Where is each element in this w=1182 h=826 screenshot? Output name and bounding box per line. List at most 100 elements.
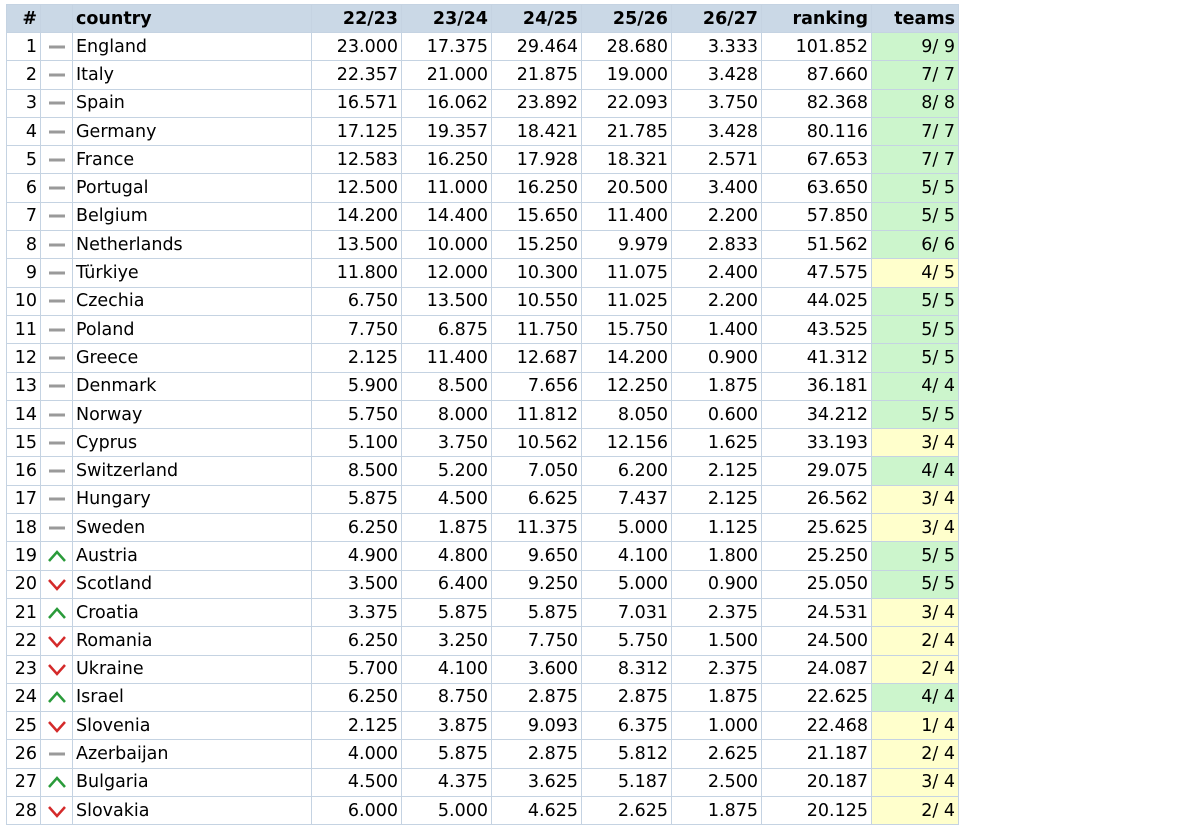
table-row[interactable]: 28 Slovakia 6.000 5.000 4.625 2.625 1.875 20.12…	[6, 796, 959, 826]
col-header-season-2425[interactable]: 24/25	[491, 4, 582, 33]
season-2526-cell: 12.250	[581, 371, 672, 401]
country-cell[interactable]: Czechia	[72, 286, 312, 316]
table-row[interactable]: 13 Denmark 5.900 8.500 7.656 12.250 1.875 36.18…	[6, 371, 959, 401]
country-cell[interactable]: Poland	[72, 314, 312, 345]
season-2425-cell: 29.464	[491, 31, 582, 62]
season-2526-cell: 12.156	[581, 428, 672, 458]
table-row[interactable]: 5 France 12.583 16.250 17.928 18.321 2.571 67.6…	[6, 145, 959, 175]
table-row[interactable]: 11 Poland 7.750 6.875 11.750 15.750 1.400 43.52…	[6, 314, 959, 345]
trend-unchanged-icon	[40, 173, 73, 203]
table-row[interactable]: 12 Greece 2.125 11.400 12.687 14.200 0.900 41.3…	[6, 343, 959, 373]
country-cell[interactable]: France	[72, 145, 312, 175]
season-2223-cell: 23.000	[311, 31, 402, 62]
col-header-country[interactable]: country	[72, 4, 312, 33]
table-row[interactable]: 27 Bulgaria 4.500 4.375 3.625 5.187 2.500 20.18…	[6, 767, 959, 798]
col-header-ranking[interactable]: ranking	[761, 4, 872, 33]
teams-cell: 2/ 4	[871, 739, 959, 769]
table-row[interactable]: 25 Slovenia 2.125 3.875 9.093 6.375 1.000 22.46…	[6, 711, 959, 741]
col-header-season-2526[interactable]: 25/26	[581, 4, 672, 33]
table-row[interactable]: 20 Scotland 3.500 6.400 9.250 5.000 0.900 25.05…	[6, 569, 959, 599]
season-2324-cell: 8.000	[401, 399, 492, 430]
season-2425-cell: 4.625	[491, 796, 582, 826]
rank-cell: 4	[6, 116, 41, 147]
country-cell[interactable]: Ukraine	[72, 654, 312, 684]
ranking-cell: 20.187	[761, 767, 872, 798]
teams-cell: 4/ 4	[871, 456, 959, 486]
table-row[interactable]: 19 Austria 4.900 4.800 9.650 4.100 1.800 25.250…	[6, 541, 959, 571]
table-row[interactable]: 26 Azerbaijan 4.000 5.875 2.875 5.812 2.625 21.…	[6, 739, 959, 769]
col-header-season-2627[interactable]: 26/27	[671, 4, 762, 33]
season-2627-cell: 2.625	[671, 739, 762, 769]
table-row[interactable]: 7 Belgium 14.200 14.400 15.650 11.400 2.200 57.…	[6, 201, 959, 232]
country-cell[interactable]: Israel	[72, 682, 312, 713]
season-2425-cell: 5.875	[491, 597, 582, 628]
table-row[interactable]: 8 Netherlands 13.500 10.000 15.250 9.979 2.833…	[6, 230, 959, 260]
table-row[interactable]: 4 Germany 17.125 19.357 18.421 21.785 3.428 80.…	[6, 116, 959, 147]
country-cell[interactable]: Switzerland	[72, 456, 312, 486]
country-cell[interactable]: Belgium	[72, 201, 312, 232]
season-2526-cell: 21.785	[581, 116, 672, 147]
table-row[interactable]: 18 Sweden 6.250 1.875 11.375 5.000 1.125 25.625…	[6, 513, 959, 543]
ranking-cell: 67.653	[761, 145, 872, 175]
trend-down-icon	[40, 711, 73, 741]
country-cell[interactable]: Slovakia	[72, 796, 312, 826]
country-cell[interactable]: Türkiye	[72, 258, 312, 288]
country-cell[interactable]: England	[72, 31, 312, 62]
country-cell[interactable]: Denmark	[72, 371, 312, 401]
country-cell[interactable]: Sweden	[72, 513, 312, 543]
ranking-cell: 36.181	[761, 371, 872, 401]
season-2324-cell: 5.200	[401, 456, 492, 486]
table-row[interactable]: 22 Romania 6.250 3.250 7.750 5.750 1.500 24.500…	[6, 626, 959, 656]
country-cell[interactable]: Netherlands	[72, 230, 312, 260]
rank-cell: 28	[6, 796, 41, 826]
table-row[interactable]: 6 Portugal 12.500 11.000 16.250 20.500 3.400 63…	[6, 173, 959, 203]
season-2526-cell: 18.321	[581, 145, 672, 175]
table-row[interactable]: 2 Italy 22.357 21.000 21.875 19.000 3.428 87.66…	[6, 60, 959, 90]
col-header-season-2324[interactable]: 23/24	[401, 4, 492, 33]
country-cell[interactable]: Azerbaijan	[72, 739, 312, 769]
teams-cell: 5/ 5	[871, 201, 959, 232]
table-row[interactable]: 21 Croatia 3.375 5.875 5.875 7.031 2.375 24.531…	[6, 597, 959, 628]
country-cell[interactable]: Norway	[72, 399, 312, 430]
country-cell[interactable]: Spain	[72, 88, 312, 118]
country-cell[interactable]: Portugal	[72, 173, 312, 203]
country-cell[interactable]: Cyprus	[72, 428, 312, 458]
table-row[interactable]: 3 Spain 16.571 16.062 23.892 22.093 3.750 82.36…	[6, 88, 959, 118]
rank-cell: 9	[6, 258, 41, 288]
season-2223-cell: 5.875	[311, 484, 402, 515]
teams-cell: 2/ 4	[871, 626, 959, 656]
table-row[interactable]: 14 Norway 5.750 8.000 11.812 8.050 0.600 34.212…	[6, 399, 959, 430]
country-cell[interactable]: Scotland	[72, 569, 312, 599]
table-row[interactable]: 15 Cyprus 5.100 3.750 10.562 12.156 1.625 33.19…	[6, 428, 959, 458]
season-2324-cell: 14.400	[401, 201, 492, 232]
country-cell[interactable]: Romania	[72, 626, 312, 656]
table-row[interactable]: 9 Türkiye 11.800 12.000 10.300 11.075 2.400 47.…	[6, 258, 959, 288]
col-header-rank[interactable]: #	[6, 4, 41, 33]
col-header-teams[interactable]: teams	[871, 4, 959, 33]
season-2425-cell: 7.750	[491, 626, 582, 656]
season-2223-cell: 3.375	[311, 597, 402, 628]
country-cell[interactable]: Austria	[72, 541, 312, 571]
teams-cell: 6/ 6	[871, 230, 959, 260]
table-row[interactable]: 23 Ukraine 5.700 4.100 3.600 8.312 2.375 24.087…	[6, 654, 959, 684]
season-2627-cell: 3.333	[671, 31, 762, 62]
country-cell[interactable]: Slovenia	[72, 711, 312, 741]
table-row[interactable]: 1 England 23.000 17.375 29.464 28.680 3.333 101…	[6, 31, 959, 62]
season-2324-cell: 8.750	[401, 682, 492, 713]
season-2223-cell: 16.571	[311, 88, 402, 118]
col-header-season-2223[interactable]: 22/23	[311, 4, 402, 33]
country-cell[interactable]: Hungary	[72, 484, 312, 515]
country-cell[interactable]: Croatia	[72, 597, 312, 628]
country-cell[interactable]: Germany	[72, 116, 312, 147]
table-row[interactable]: 16 Switzerland 8.500 5.200 7.050 6.200 2.125 29…	[6, 456, 959, 486]
table-row[interactable]: 24 Israel 6.250 8.750 2.875 2.875 1.875 22.625 4…	[6, 682, 959, 713]
country-cell[interactable]: Bulgaria	[72, 767, 312, 798]
table-row[interactable]: 10 Czechia 6.750 13.500 10.550 11.025 2.200 44.…	[6, 286, 959, 316]
ranking-cell: 29.075	[761, 456, 872, 486]
country-cell[interactable]: Greece	[72, 343, 312, 373]
season-2425-cell: 3.600	[491, 654, 582, 684]
rank-cell: 8	[6, 230, 41, 260]
season-2627-cell: 3.428	[671, 116, 762, 147]
country-cell[interactable]: Italy	[72, 60, 312, 90]
table-row[interactable]: 17 Hungary 5.875 4.500 6.625 7.437 2.125 26.562…	[6, 484, 959, 515]
